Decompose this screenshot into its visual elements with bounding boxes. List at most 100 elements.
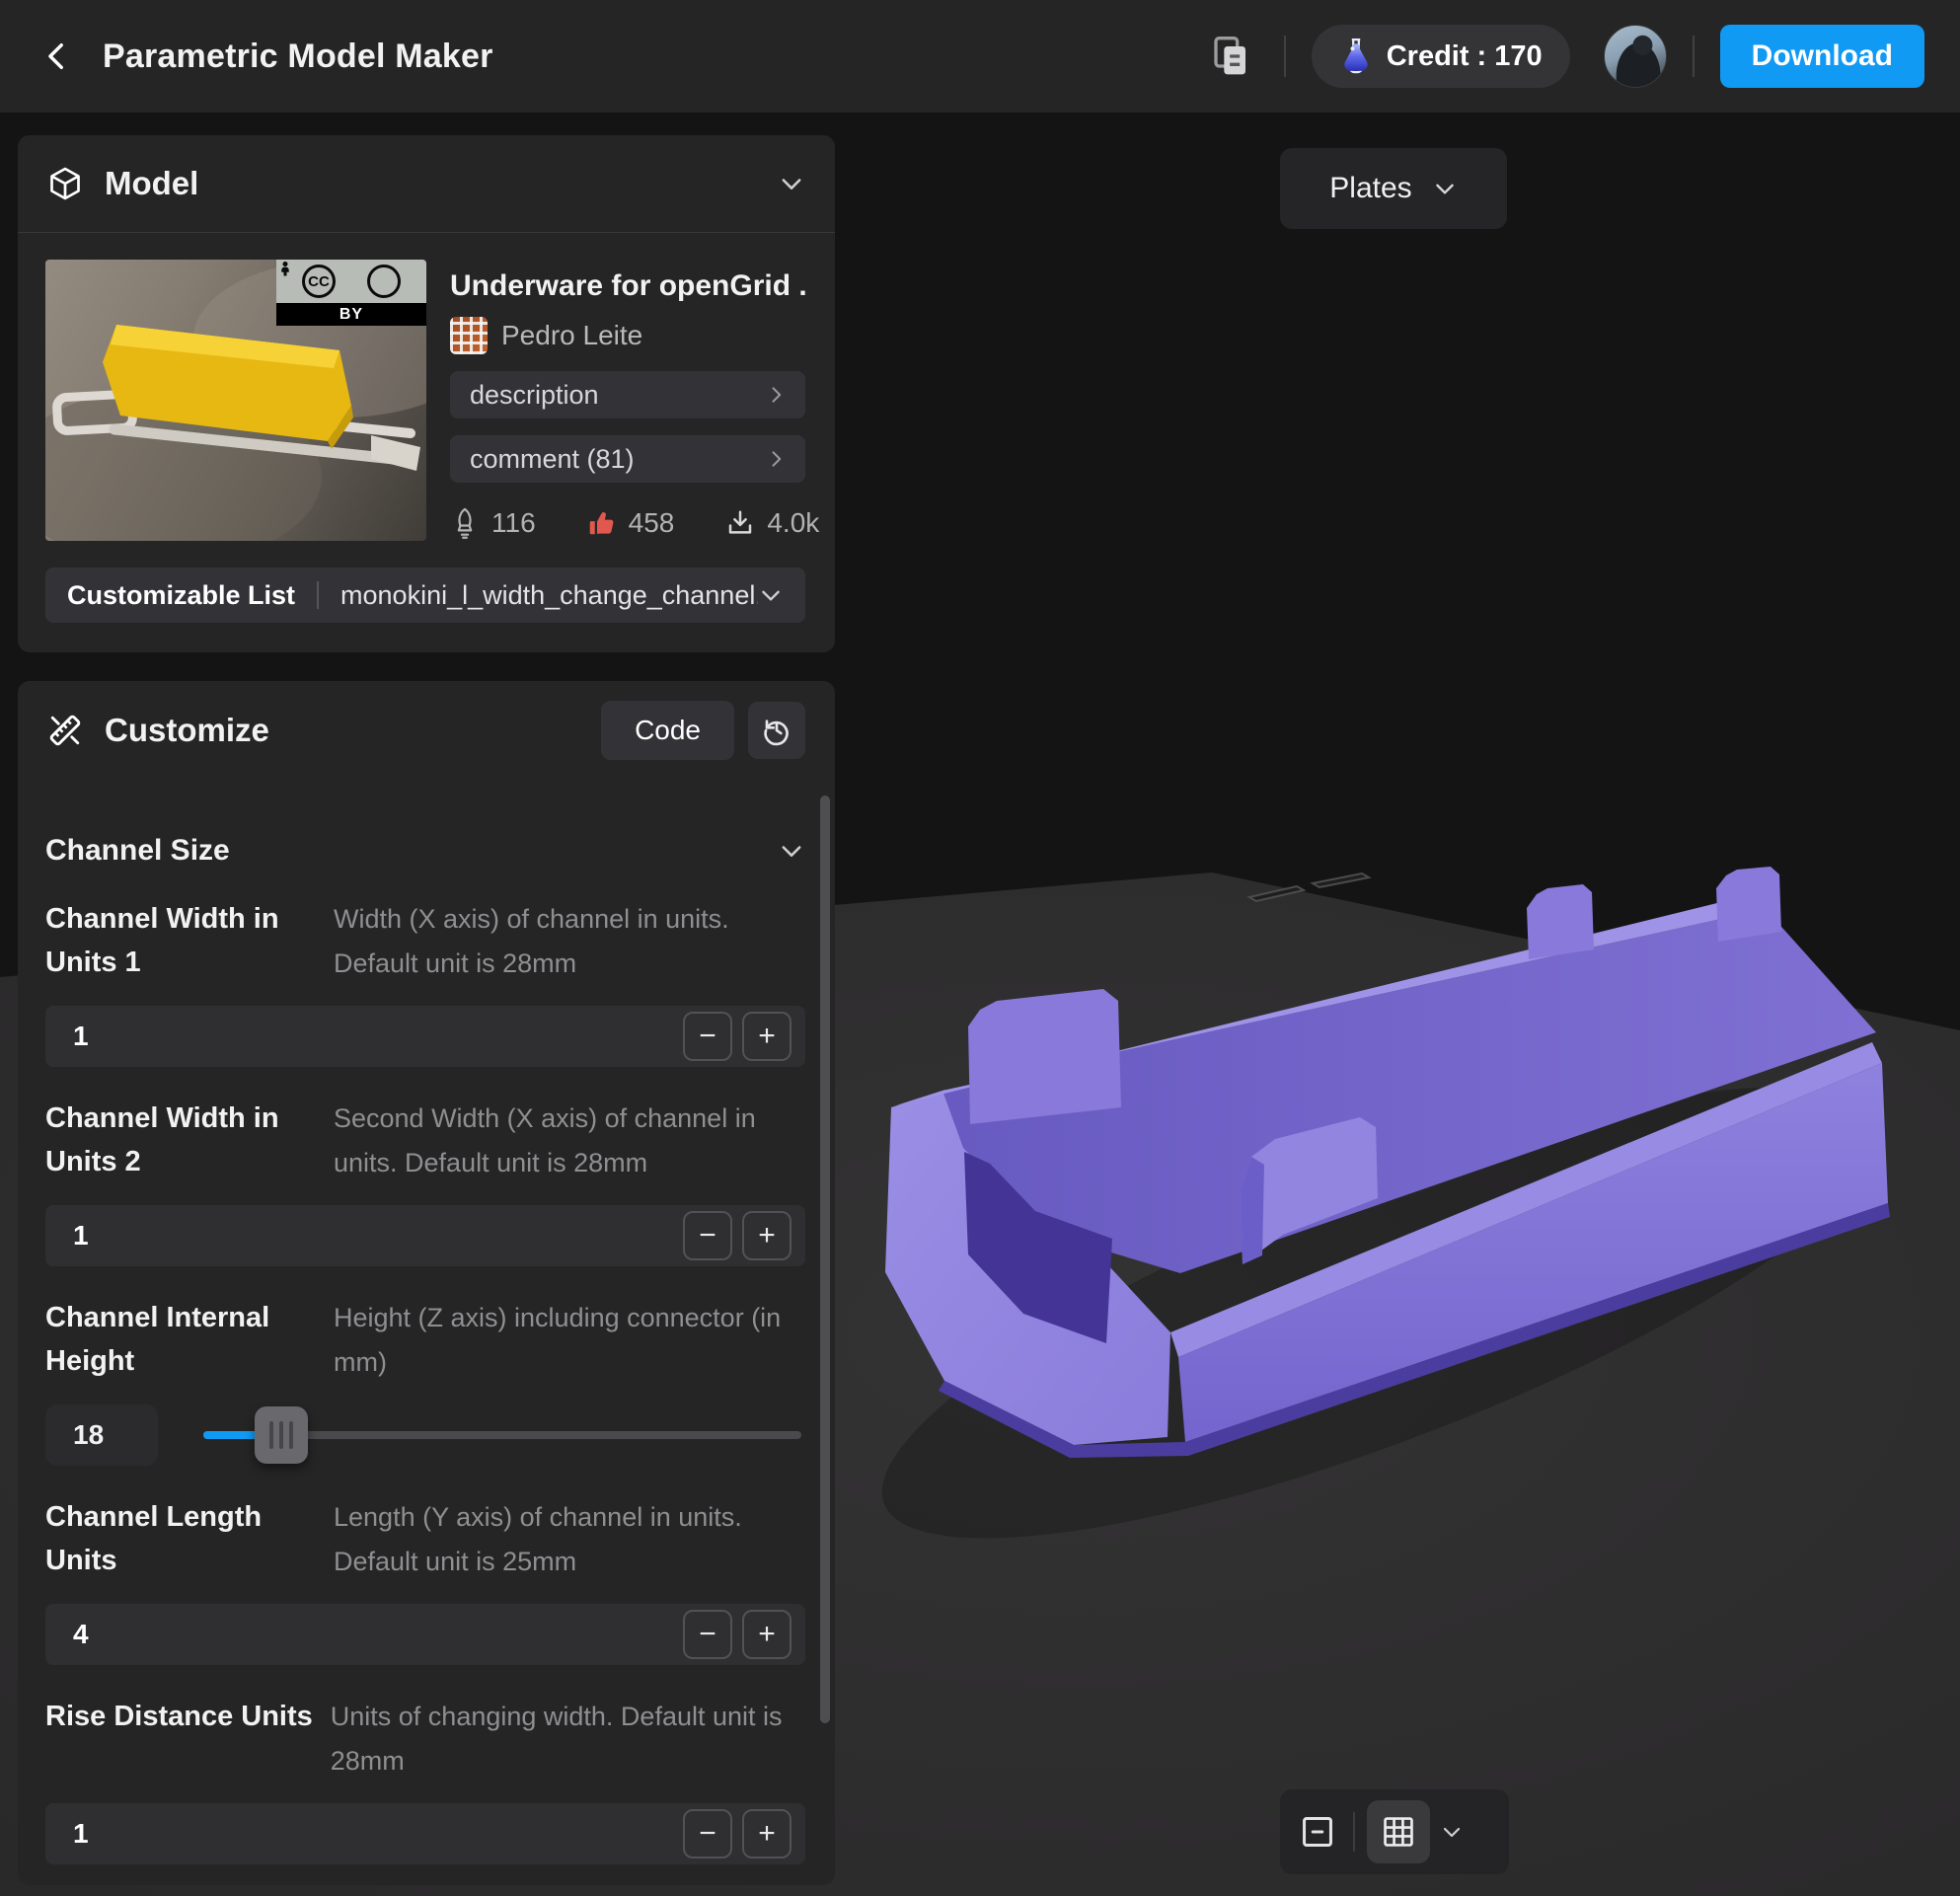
likes-stat: 458 — [587, 507, 675, 539]
model-collapse-toggle[interactable] — [778, 170, 805, 197]
app-root: Parametric Model Maker — [0, 0, 1960, 1896]
plates-dropdown[interactable]: Plates — [1280, 148, 1507, 229]
code-button[interactable]: Code — [601, 701, 734, 760]
page-title: Parametric Model Maker — [103, 38, 493, 76]
increment-button[interactable]: + — [742, 1012, 792, 1061]
model-body: CC BY Underware for openGrid ... — [18, 233, 835, 541]
number-input[interactable]: 1 — [73, 1021, 89, 1052]
number-input[interactable]: 4 — [73, 1619, 89, 1650]
credit-balance[interactable]: Credit : 170 — [1312, 25, 1570, 88]
header-divider-2 — [1693, 36, 1695, 77]
model-panel: Model — [18, 135, 835, 652]
param-channel-width-2: Channel Width in Units 2 Second Width (X… — [45, 1097, 805, 1266]
param-input-bar: 1 − + — [45, 1205, 805, 1266]
header-actions: Credit : 170 Download — [1203, 25, 1924, 88]
user-avatar[interactable] — [1604, 25, 1667, 88]
customizable-list-dropdown[interactable]: Customizable List monokini_l_width_chang… — [45, 568, 805, 623]
back-button[interactable] — [36, 35, 79, 78]
author-name: Pedro Leite — [501, 320, 642, 351]
param-description: Second Width (X axis) of channel in unit… — [318, 1097, 805, 1185]
history-button[interactable] — [748, 702, 805, 759]
download-button[interactable]: Download — [1720, 25, 1924, 88]
customize-panel-header: Customize Code — [18, 681, 835, 779]
param-label: Channel Length Units — [45, 1495, 318, 1584]
height-number-input[interactable]: 18 — [45, 1404, 158, 1466]
plates-label: Plates — [1329, 172, 1411, 205]
customize-panel-title: Customize — [105, 712, 269, 749]
downloads-count: 4.0k — [767, 507, 819, 539]
boost-stat: 116 — [450, 507, 536, 539]
increment-button[interactable]: + — [742, 1610, 792, 1659]
param-input-bar: 4 − + — [45, 1604, 805, 1665]
param-description: Height (Z axis) including connector (in … — [318, 1296, 805, 1385]
comment-button[interactable]: comment (81) — [450, 435, 805, 483]
param-label: Channel Width in Units 1 — [45, 897, 318, 986]
remove-plate-button[interactable] — [1294, 1808, 1341, 1856]
description-label: description — [470, 380, 599, 411]
chevron-down-icon — [778, 837, 805, 865]
boost-rocket-icon — [450, 507, 480, 539]
decrement-button[interactable]: − — [683, 1809, 732, 1858]
grid-view-button[interactable] — [1367, 1800, 1430, 1863]
chevron-right-icon — [766, 385, 786, 405]
increment-button[interactable]: + — [742, 1211, 792, 1260]
section-title: Channel Size — [45, 834, 230, 868]
param-rise-distance: Rise Distance Units Units of changing wi… — [45, 1695, 805, 1864]
customize-ruler-icon — [47, 713, 83, 748]
param-description: Units of changing width. Default unit is… — [331, 1695, 805, 1783]
customize-scroll-area: Channel Size Channel Width in Units 1 Wi… — [18, 779, 835, 1885]
param-description: Length (Y axis) of channel in units. Def… — [318, 1495, 805, 1584]
copy-link-button[interactable] — [1203, 29, 1258, 84]
chevron-down-icon — [1440, 1820, 1464, 1844]
param-input-bar: 1 − + — [45, 1803, 805, 1864]
history-icon — [761, 715, 792, 746]
selected-file-name: monokini_l_width_change_channel.s... — [340, 580, 758, 611]
param-label: Channel Internal Height — [45, 1296, 318, 1385]
decrement-button[interactable]: − — [683, 1211, 732, 1260]
boost-count: 116 — [491, 507, 536, 539]
author-avatar — [450, 317, 488, 354]
height-slider[interactable] — [203, 1404, 801, 1466]
license-icons: CC — [276, 260, 426, 303]
customizable-list-label: Customizable List — [67, 580, 295, 611]
chevron-down-icon — [1432, 176, 1458, 201]
decrement-button[interactable]: − — [683, 1610, 732, 1659]
param-label: Channel Width in Units 2 — [45, 1097, 318, 1185]
credit-label: Credit : 170 — [1387, 40, 1543, 73]
download-tray-icon — [725, 508, 755, 538]
app-header: Parametric Model Maker — [0, 0, 1960, 113]
param-channel-length: Channel Length Units Length (Y axis) of … — [45, 1495, 805, 1665]
param-internal-height: Channel Internal Height Height (Z axis) … — [45, 1296, 805, 1466]
number-input[interactable]: 1 — [73, 1220, 89, 1251]
param-input-bar: 1 − + — [45, 1006, 805, 1067]
param-channel-width-1: Channel Width in Units 1 Width (X axis) … — [45, 897, 805, 1067]
increment-button[interactable]: + — [742, 1809, 792, 1858]
grid-icon — [1380, 1813, 1417, 1851]
model-stats: 116 458 — [450, 507, 805, 539]
model-panel-header[interactable]: Model — [18, 135, 835, 233]
chevron-right-icon — [766, 449, 786, 469]
model-author[interactable]: Pedro Leite — [450, 317, 805, 354]
cc-icon: CC — [302, 265, 336, 298]
section-channel-size[interactable]: Channel Size — [45, 834, 805, 868]
model-info: Underware for openGrid ... Pedro Leite d… — [450, 260, 805, 541]
slider-handle[interactable] — [255, 1406, 308, 1464]
clipboard-icon — [1211, 35, 1250, 78]
license-by-label: BY — [276, 303, 426, 326]
toolbar-divider — [1353, 1812, 1355, 1852]
thumbs-up-icon — [587, 508, 617, 538]
chevron-left-icon — [40, 39, 74, 73]
license-badge: CC BY — [276, 260, 426, 326]
toolbar-expand-button[interactable] — [1440, 1820, 1464, 1844]
attribution-person-icon — [367, 265, 401, 298]
viewport-toolbar — [1280, 1789, 1509, 1874]
scrollbar-thumb[interactable] — [820, 796, 830, 1723]
height-slider-row: 18 — [45, 1404, 805, 1466]
param-label: Rise Distance Units — [45, 1695, 313, 1738]
number-input[interactable]: 1 — [73, 1818, 89, 1850]
model-thumbnail[interactable]: CC BY — [45, 260, 426, 541]
header-divider-1 — [1284, 36, 1286, 77]
likes-count: 458 — [629, 507, 675, 539]
decrement-button[interactable]: − — [683, 1012, 732, 1061]
description-button[interactable]: description — [450, 371, 805, 418]
